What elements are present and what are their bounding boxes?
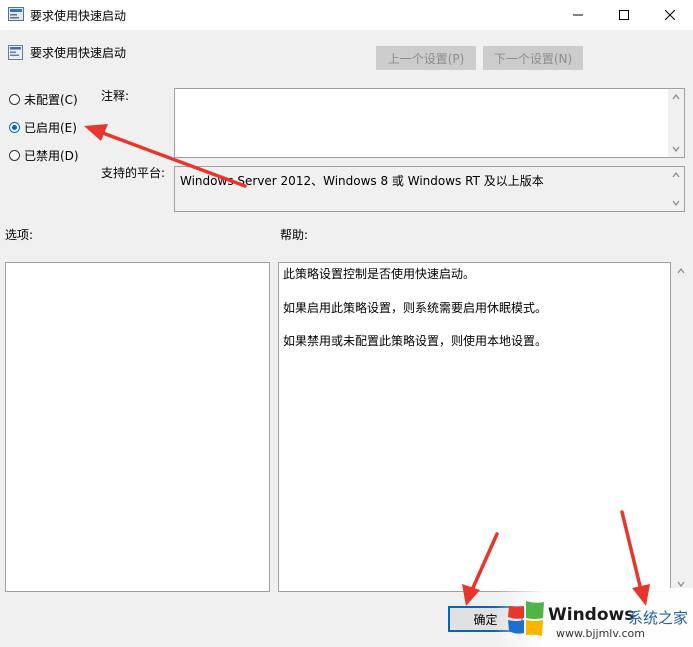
close-button[interactable] — [647, 0, 693, 30]
platform-label: 支持的平台: — [101, 166, 166, 180]
help-line-1: 此策略设置控制是否使用快速启动。 — [283, 267, 476, 281]
comment-textarea[interactable] — [174, 88, 685, 158]
radio-disabled-label: 已禁用(D) — [24, 148, 79, 163]
watermark-brand: Windows — [548, 605, 635, 625]
window-title: 要求使用快速启动 — [30, 9, 127, 23]
watermark-brand-cn: 系统之家 — [628, 609, 689, 627]
comment-scrollbar[interactable] — [668, 89, 684, 157]
policy-icon — [8, 7, 24, 21]
watermark-url: www.bjjmlv.com — [556, 627, 645, 640]
scroll-down-icon[interactable] — [677, 580, 685, 588]
comment-label: 注释: — [101, 89, 130, 103]
help-scrollbar[interactable] — [673, 262, 689, 592]
scroll-down-icon[interactable] — [672, 145, 680, 153]
radio-not-configured-label: 未配置(C) — [24, 92, 78, 107]
maximize-icon — [619, 10, 629, 20]
minimize-icon — [573, 14, 583, 16]
radio-disabled-circle[interactable] — [9, 149, 20, 161]
radio-enabled[interactable]: 已启用(E) — [9, 118, 77, 136]
minimize-button[interactable] — [555, 0, 601, 30]
scroll-up-icon[interactable] — [672, 93, 680, 101]
help-label: 帮助: — [280, 228, 309, 242]
options-label: 选项: — [5, 228, 34, 242]
radio-disabled[interactable]: 已禁用(D) — [9, 146, 79, 164]
maximize-button[interactable] — [601, 0, 647, 30]
platform-field: Windows Server 2012、Windows 8 或 Windows … — [174, 166, 685, 212]
platform-scrollbar[interactable] — [668, 167, 684, 211]
close-icon — [665, 10, 675, 20]
help-pane: 此策略设置控制是否使用快速启动。 如果启用此策略设置，则系统需要启用休眠模式。 … — [278, 262, 671, 592]
setting-icon — [8, 45, 23, 60]
help-line-2: 如果启用此策略设置，则系统需要启用休眠模式。 — [283, 301, 548, 315]
next-setting-button[interactable]: 下一个设置(N) — [483, 46, 583, 70]
policy-name: 要求使用快速启动 — [30, 46, 127, 60]
radio-enabled-label: 已启用(E) — [24, 120, 77, 135]
radio-not-configured-circle[interactable] — [9, 93, 20, 105]
radio-not-configured[interactable]: 未配置(C) — [9, 90, 78, 108]
help-line-3: 如果禁用或未配置此策略设置，则使用本地设置。 — [283, 334, 548, 348]
platform-value: Windows Server 2012、Windows 8 或 Windows … — [180, 174, 544, 188]
previous-setting-button[interactable]: 上一个设置(P) — [376, 46, 476, 70]
options-pane — [5, 262, 270, 592]
scroll-up-icon[interactable] — [677, 267, 685, 275]
windows-logo-icon — [508, 601, 544, 636]
radio-enabled-circle[interactable] — [9, 121, 20, 133]
scroll-down-icon[interactable] — [672, 199, 680, 207]
scroll-up-icon[interactable] — [672, 171, 680, 179]
